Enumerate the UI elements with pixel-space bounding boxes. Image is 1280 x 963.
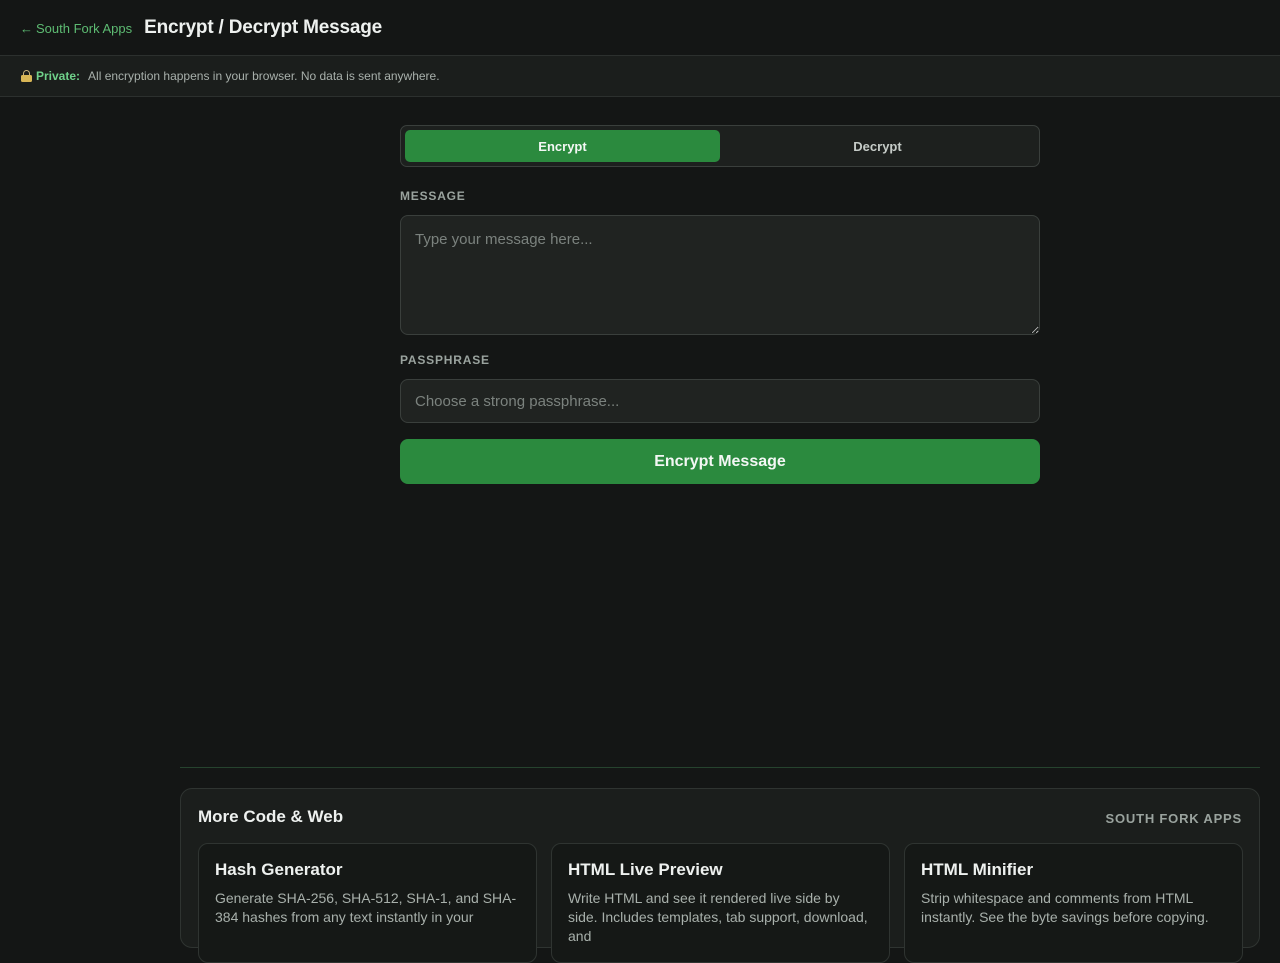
- tab-decrypt[interactable]: Decrypt: [720, 130, 1035, 162]
- more-title: More Code & Web: [198, 807, 344, 826]
- tab-encrypt[interactable]: Encrypt: [405, 130, 720, 162]
- message-input[interactable]: [400, 215, 1040, 335]
- passphrase-label: PASSPHRASE: [400, 353, 490, 367]
- page-title: Encrypt / Decrypt Message: [144, 16, 382, 38]
- more-tools-panel: More Code & Web SOUTH FORK APPS Hash Gen…: [180, 788, 1260, 963]
- privacy-text: All encryption happens in your browser. …: [88, 69, 440, 83]
- encrypt-form: Encrypt Decrypt MESSAGE PASSPHRASE Encry…: [400, 125, 1040, 484]
- encrypt-message-button[interactable]: Encrypt Message: [400, 439, 1040, 484]
- tool-card-hash-generator[interactable]: Hash Generator Generate SHA-256, SHA-512…: [198, 843, 537, 963]
- back-link[interactable]: ← South Fork Apps: [20, 21, 132, 36]
- card-description: Strip whitespace and comments from HTML …: [921, 890, 1209, 925]
- tool-card-html-live-preview[interactable]: HTML Live Preview Write HTML and see it …: [551, 843, 890, 963]
- card-description: Write HTML and see it rendered live side…: [568, 890, 868, 944]
- tool-card-html-minifier[interactable]: HTML Minifier Strip whitespace and comme…: [904, 843, 1243, 963]
- card-title: HTML Live Preview: [568, 860, 723, 879]
- card-description: Generate SHA-256, SHA-512, SHA-1, and SH…: [215, 890, 517, 925]
- brand-label: SOUTH FORK APPS: [1105, 811, 1242, 826]
- lock-icon: [21, 70, 32, 82]
- card-title: Hash Generator: [215, 860, 343, 879]
- section-divider: [180, 767, 1260, 768]
- arrow-left-icon: ←: [20, 20, 33, 36]
- mode-toggle: Encrypt Decrypt: [400, 125, 1040, 167]
- tool-cards: Hash Generator Generate SHA-256, SHA-512…: [198, 843, 1243, 963]
- app-header: ← South Fork Apps Encrypt / Decrypt Mess…: [0, 0, 1280, 56]
- privacy-label: Private:: [36, 69, 81, 83]
- passphrase-input[interactable]: [400, 379, 1040, 423]
- privacy-notice: Private: All encryption happens in your …: [0, 56, 1280, 97]
- message-label: MESSAGE: [400, 189, 466, 203]
- back-link-label: South Fork Apps: [36, 20, 133, 36]
- card-title: HTML Minifier: [921, 860, 1034, 879]
